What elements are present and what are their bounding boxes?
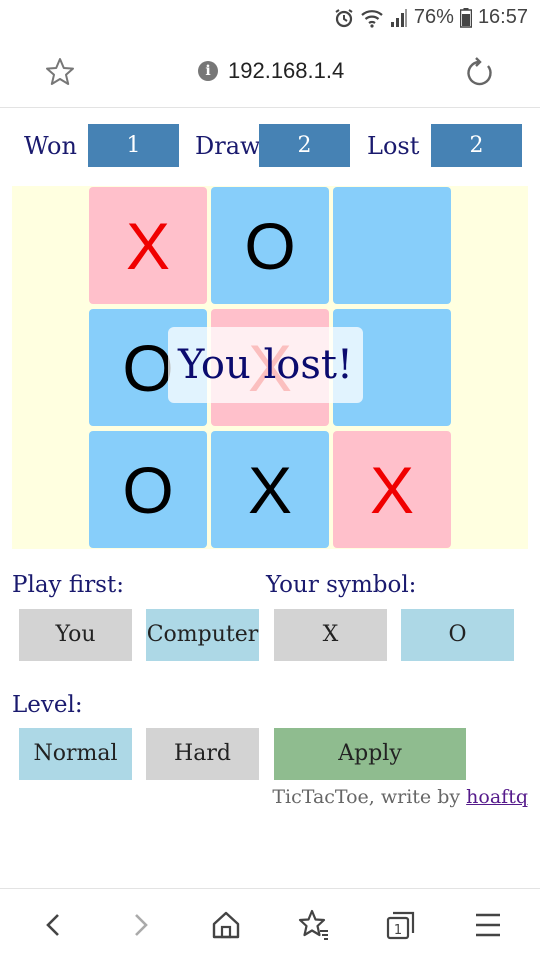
star-icon[interactable]	[44, 56, 76, 88]
cell-mark: X	[125, 208, 171, 283]
cell-mark: O	[122, 330, 174, 405]
menu-icon[interactable]	[470, 907, 506, 943]
level-label: Level:	[12, 692, 83, 718]
play-first-computer-button[interactable]: Computer	[146, 609, 259, 661]
board-cell-0-1[interactable]: O	[211, 187, 329, 304]
tabs-count: 1	[394, 923, 402, 938]
tabs-icon[interactable]: 1	[383, 907, 419, 943]
apply-button[interactable]: Apply	[274, 728, 466, 780]
bottom-nav: 1	[0, 888, 540, 960]
signal-icon	[390, 8, 408, 28]
result-message: You lost!	[168, 327, 363, 403]
cell-mark: X	[247, 452, 293, 527]
author-link[interactable]: hoaftq	[466, 786, 528, 808]
lost-score: 2	[431, 124, 522, 167]
url-field[interactable]: i 192.168.1.4	[198, 58, 344, 84]
footer-text: TicTacToe, write by	[272, 786, 467, 808]
footer-credit: TicTacToe, write by hoaftq	[272, 786, 528, 808]
board-cell-0-2[interactable]	[333, 187, 451, 304]
board-cell-2-2[interactable]: X	[333, 431, 451, 548]
cell-mark: X	[369, 452, 415, 527]
won-label: Won	[24, 132, 77, 160]
symbol-o-button[interactable]: O	[401, 609, 514, 661]
lost-label: Lost	[367, 132, 420, 160]
cell-mark: O	[122, 452, 174, 527]
status-time: 16:57	[477, 6, 528, 28]
won-score: 1	[88, 124, 179, 167]
battery-percent: 76%	[413, 6, 454, 28]
level-hard-button[interactable]: Hard	[146, 728, 259, 780]
wifi-icon	[360, 8, 384, 28]
board-cell-2-1[interactable]: X	[211, 431, 329, 548]
url-text: 192.168.1.4	[228, 58, 345, 83]
home-icon[interactable]	[208, 907, 244, 943]
status-icons: 76% 16:57	[334, 6, 528, 29]
forward-icon[interactable]	[122, 907, 158, 943]
cell-mark: O	[244, 208, 296, 283]
info-icon[interactable]: i	[198, 61, 218, 81]
symbol-x-button[interactable]: X	[274, 609, 387, 661]
level-normal-button[interactable]: Normal	[19, 728, 132, 780]
reload-icon[interactable]	[462, 56, 496, 90]
alarm-icon	[334, 8, 354, 28]
board-cell-2-0[interactable]: O	[89, 431, 207, 548]
play-first-you-button[interactable]: You	[19, 609, 132, 661]
battery-icon	[459, 7, 472, 28]
status-bar: 76% 16:57	[0, 0, 540, 36]
draw-label: Draw	[195, 132, 261, 160]
address-bar: i 192.168.1.4	[0, 36, 540, 108]
draw-score: 2	[259, 124, 350, 167]
play-first-label: Play first:	[12, 572, 124, 598]
bookmarks-icon[interactable]	[296, 907, 332, 943]
board-cell-0-0[interactable]: X	[89, 187, 207, 304]
your-symbol-label: Your symbol:	[266, 572, 417, 598]
back-icon[interactable]	[36, 907, 72, 943]
